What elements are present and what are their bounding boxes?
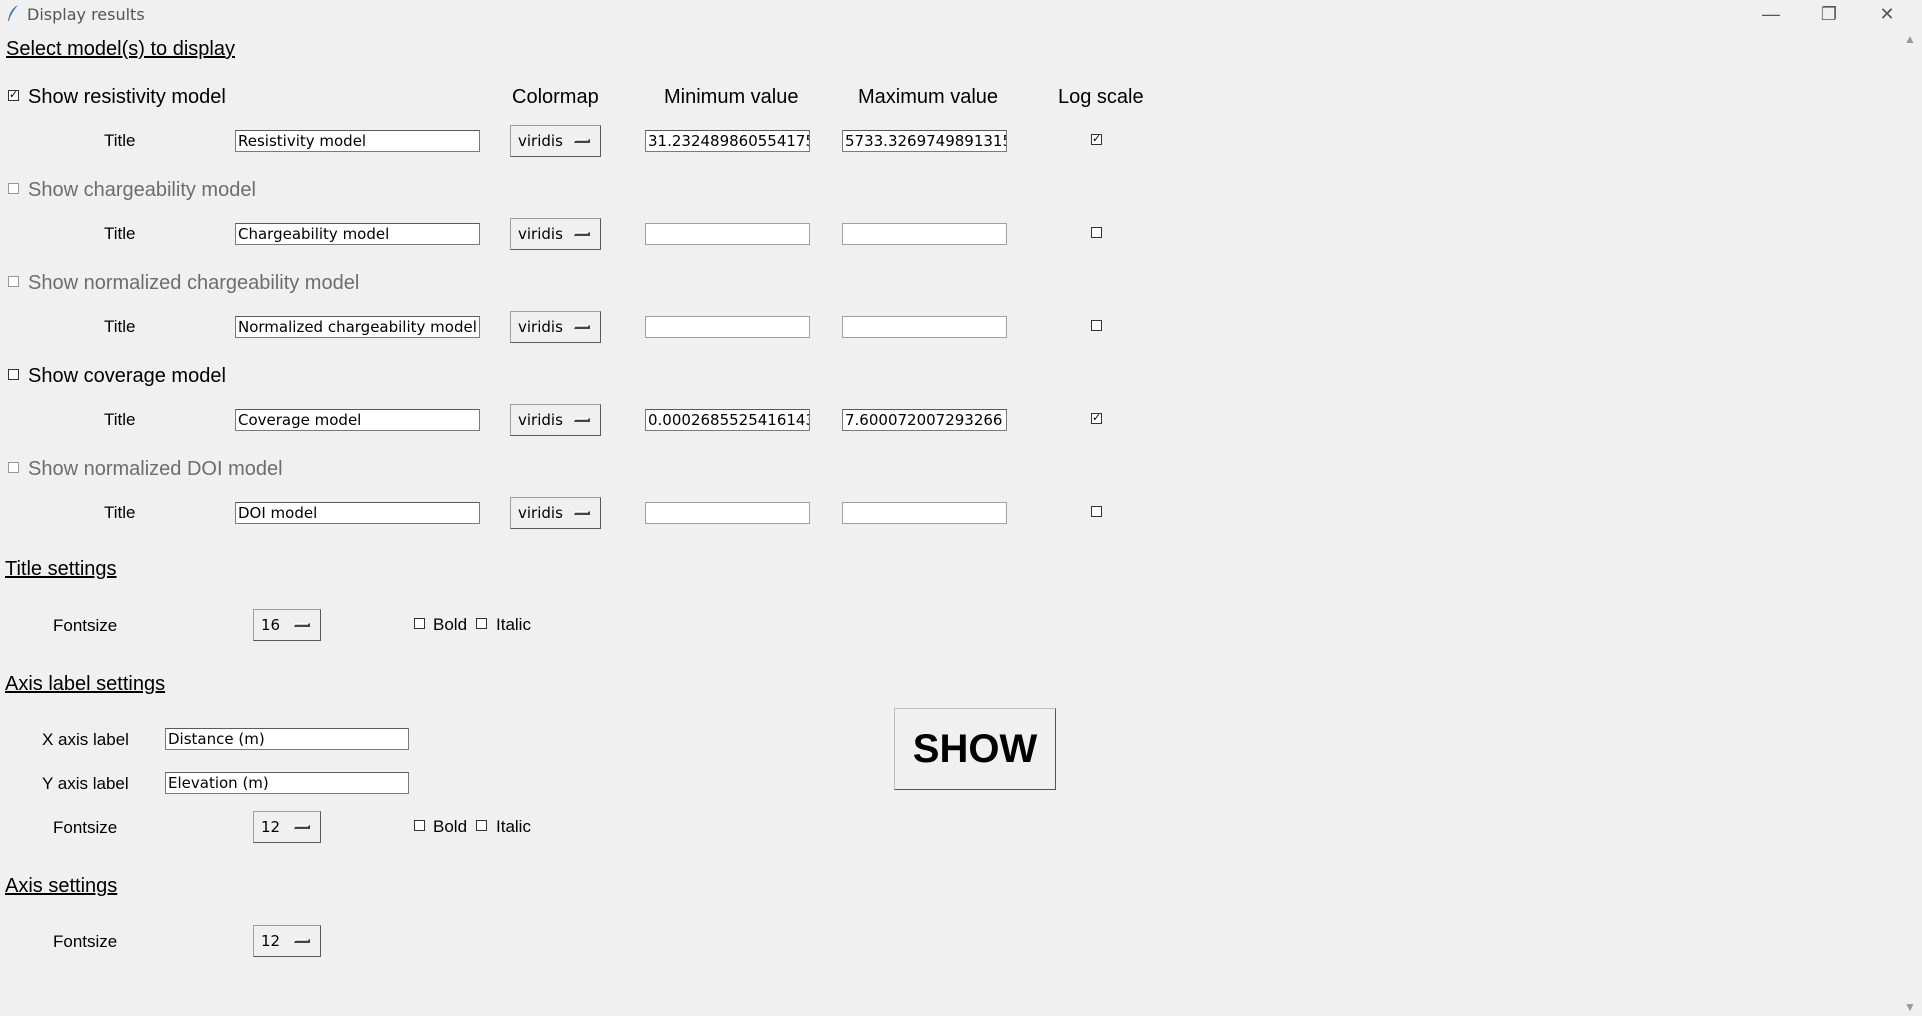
axis-label-italic-label: Italic [496,817,531,836]
axis-label-settings-heading: Axis label settings [5,673,166,695]
model-title-label: Title [104,317,136,336]
axis-label-fontsize-dropdown[interactable]: 12 [253,811,321,843]
colormap-value: viridis [518,225,563,243]
minimum-value-input[interactable] [645,223,810,245]
show-model-checkbox[interactable] [8,276,19,287]
log-scale-checkbox[interactable] [1091,506,1102,517]
model-title-label: Title [104,224,136,243]
dropdown-indicator-icon [294,939,310,943]
feather-icon [8,5,18,21]
colormap-dropdown[interactable]: viridis [510,125,601,157]
dropdown-indicator-icon [574,418,590,422]
model-title-input[interactable]: Chargeability model [235,223,480,245]
colormap-value: viridis [518,504,563,522]
dropdown-indicator-icon [574,511,590,515]
show-model-checkbox[interactable]: ✓ [8,90,19,101]
dropdown-indicator-icon [294,825,310,829]
model-title-input[interactable]: DOI model [235,502,480,524]
colormap-value: viridis [518,318,563,336]
dropdown-indicator-icon [574,232,590,236]
show-model-checkbox[interactable] [8,183,19,194]
minimize-button[interactable]: — [1742,0,1800,28]
minimum-value-input[interactable] [645,502,810,524]
model-title-input[interactable]: Coverage model [235,409,480,431]
colormap-column-header: Colormap [512,86,599,108]
title-bold-checkbox[interactable] [414,618,425,629]
restore-icon: ❐ [1820,3,1838,24]
minimize-icon: — [1762,3,1780,24]
dropdown-indicator-icon [574,139,590,143]
minimum-value-input[interactable] [645,316,810,338]
model-title-label: Title [104,503,136,522]
maximum-value-input[interactable] [842,502,1007,524]
vertical-scrollbar[interactable] [1902,28,1922,1016]
maximum-value-input[interactable] [842,223,1007,245]
title-fontsize-label: Fontsize [53,616,118,635]
axis-label-bold-label: Bold [433,817,468,836]
log-scale-checkbox[interactable]: ✓ [1091,413,1102,424]
maximum-value-input[interactable] [842,316,1007,338]
colormap-value: viridis [518,132,563,150]
scroll-up-arrow-icon[interactable]: ▲ [1904,32,1916,46]
minimum-value-column-header: Minimum value [664,86,799,108]
show-model-label: Show resistivity model [28,86,226,108]
dropdown-indicator-icon [294,623,310,627]
maximum-value-column-header: Maximum value [858,86,999,108]
axis-fontsize-label: Fontsize [53,932,118,951]
model-title-label: Title [104,410,136,429]
log-scale-checkbox[interactable] [1091,227,1102,238]
close-icon: ✕ [1879,3,1895,24]
minimum-value-input[interactable]: 31.232489860554175 [645,130,810,152]
show-model-label: Show coverage model [28,365,226,387]
axis-label-fontsize-value: 12 [261,818,281,836]
axis-settings-heading: Axis settings [5,875,118,897]
y-axis-label-input[interactable]: Elevation (m) [165,772,409,794]
axis-fontsize-dropdown[interactable]: 12 [253,925,321,957]
colormap-dropdown[interactable]: viridis [510,311,601,343]
show-model-checkbox[interactable] [8,462,19,473]
model-title-input[interactable]: Normalized chargeability model [235,316,480,338]
axis-label-fontsize-label: Fontsize [53,818,118,837]
colormap-dropdown[interactable]: viridis [510,218,601,250]
title-fontsize-dropdown[interactable]: 16 [253,609,321,641]
maximize-button[interactable]: ❐ [1800,0,1858,28]
title-settings-heading: Title settings [5,558,117,580]
show-model-label: Show chargeability model [28,179,256,201]
title-bar [0,0,1922,28]
scroll-down-arrow-icon[interactable]: ▼ [1904,1000,1916,1014]
dropdown-indicator-icon [574,325,590,329]
window-title: Display results [27,5,145,24]
log-scale-checkbox[interactable]: ✓ [1091,134,1102,145]
show-model-checkbox[interactable] [8,369,19,380]
colormap-value: viridis [518,411,563,429]
log-scale-checkbox[interactable] [1091,320,1102,331]
colormap-dropdown[interactable]: viridis [510,404,601,436]
colormap-dropdown[interactable]: viridis [510,497,601,529]
title-bold-label: Bold [433,615,468,634]
show-model-label: Show normalized chargeability model [28,272,360,294]
minimum-value-input[interactable]: 0.0002685525416143614 [645,409,810,431]
models-section-heading: Select model(s) to display [6,38,235,60]
title-italic-label: Italic [496,615,531,634]
show-button[interactable]: SHOW [894,708,1056,790]
model-title-input[interactable]: Resistivity model [235,130,480,152]
axis-fontsize-value: 12 [261,932,281,950]
title-italic-checkbox[interactable] [476,618,487,629]
log-scale-column-header: Log scale [1058,86,1144,108]
title-fontsize-value: 16 [261,616,281,634]
axis-label-bold-checkbox[interactable] [414,820,425,831]
x-axis-label-input[interactable]: Distance (m) [165,728,409,750]
axis-label-italic-checkbox[interactable] [476,820,487,831]
maximum-value-input[interactable]: 7.600072007293266 [842,409,1007,431]
model-title-label: Title [104,131,136,150]
x-axis-label-label: X axis label [42,730,129,749]
close-button[interactable]: ✕ [1858,0,1916,28]
maximum-value-input[interactable]: 5733.3269749891315 [842,130,1007,152]
y-axis-label-label: Y axis label [42,774,129,793]
show-model-label: Show normalized DOI model [28,458,283,480]
